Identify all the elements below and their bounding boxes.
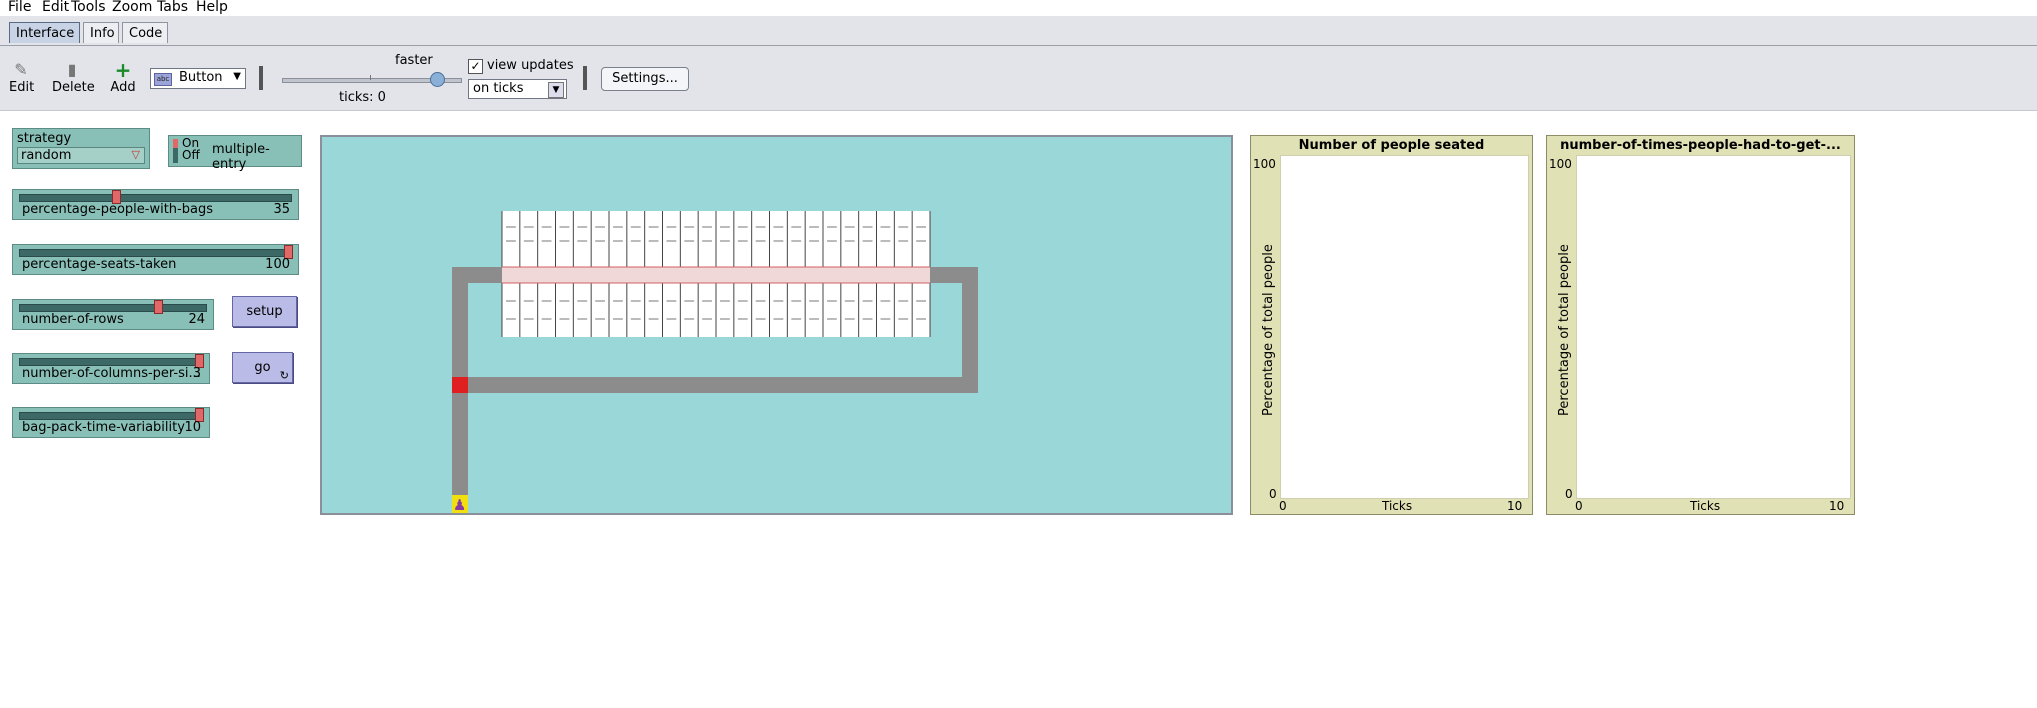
slider-value: 3 <box>192 366 201 381</box>
aisle-bottom <box>452 377 978 393</box>
slider-number-of-rows[interactable]: number-of-rows 24 <box>12 299 214 330</box>
menu-zoom[interactable]: Zoom <box>112 0 152 15</box>
aisle-row <box>502 267 930 283</box>
plot-xmax: 10 <box>1829 499 1845 513</box>
world-view-graphics: ♟ <box>452 211 978 513</box>
tab-code[interactable]: Code <box>122 22 168 43</box>
plot-area <box>1576 155 1851 499</box>
delete-tool[interactable]: ▮ Delete <box>52 60 95 95</box>
world-view[interactable]: ♟ <box>320 135 1233 515</box>
slider-bag-pack-time-variability[interactable]: bag-pack-time-variability 10 <box>12 407 210 438</box>
slider-label: bag-pack-time-variability <box>22 420 185 435</box>
toolbar-divider <box>259 66 263 90</box>
chevron-down-icon: ▼ <box>233 71 241 82</box>
view-updates-checkbox[interactable]: ✓ <box>468 59 483 74</box>
plot-xlabel: Ticks <box>1382 499 1413 513</box>
chevron-down-icon: ▽ <box>131 148 140 161</box>
menu-tabs[interactable]: Tabs <box>157 0 188 15</box>
plot-ymax: 100 <box>1253 157 1276 171</box>
tab-interface[interactable]: Interface <box>9 22 80 43</box>
plot-xlabel: Ticks <box>1690 499 1721 513</box>
strategy-value: random <box>21 148 72 163</box>
multiple-entry-switch[interactable]: On Off multiple-entry <box>168 135 302 172</box>
slider-value: 24 <box>188 312 205 327</box>
update-mode-value: on ticks <box>473 81 524 96</box>
tab-bar: Interface Info Code <box>0 16 2037 46</box>
add-tool[interactable]: + Add <box>110 60 136 95</box>
slider-track <box>19 194 292 202</box>
menu-tools[interactable]: Tools <box>71 0 106 15</box>
speed-slider-knob[interactable] <box>430 72 445 87</box>
menu-file[interactable]: File <box>8 0 31 15</box>
plot-xmax: 10 <box>1507 499 1523 513</box>
pencil-icon: ✎ <box>14 60 28 79</box>
tab-info[interactable]: Info <box>83 22 119 43</box>
plot-times-people-had-to-get-up: number-of-times-people-had-to-get-... 10… <box>1546 135 1855 515</box>
entry-patch <box>452 377 468 393</box>
checkmark-icon: ✓ <box>470 59 481 73</box>
delete-tool-label: Delete <box>52 80 95 95</box>
toolbar-divider <box>583 66 587 90</box>
slider-label: number-of-columns-per-si... <box>22 366 201 381</box>
plot-ymin: 0 <box>1269 487 1277 501</box>
widget-type-value: Button <box>179 70 223 85</box>
slider-track <box>19 304 207 312</box>
plot-people-seated: Number of people seated 100 0 0 Ticks 10… <box>1250 135 1533 515</box>
slider-percentage-seats-taken[interactable]: percentage-seats-taken 100 <box>12 244 299 275</box>
switch-off-label: Off <box>182 148 200 162</box>
trash-icon: ▮ <box>67 60 77 79</box>
menu-help[interactable]: Help <box>196 0 228 15</box>
ticks-counter: ticks: 0 <box>339 90 386 105</box>
plot-ylabel: Percentage of total people <box>1261 244 1276 416</box>
edit-tool-label: Edit <box>9 80 35 95</box>
speed-label: faster <box>395 53 433 68</box>
plus-icon: + <box>114 58 132 82</box>
switch-knob[interactable] <box>173 139 178 148</box>
plot-area <box>1280 155 1529 499</box>
edit-tool[interactable]: ✎ Edit <box>9 60 35 95</box>
forever-icon: ↻ <box>279 369 289 382</box>
plot-title: number-of-times-people-had-to-get-... <box>1560 138 1841 153</box>
slider-track <box>19 412 203 420</box>
button-widget-icon: abc <box>154 73 172 86</box>
strategy-label: strategy <box>17 131 72 146</box>
plot-ymax: 100 <box>1549 157 1572 171</box>
settings-button[interactable]: Settings... <box>601 67 689 91</box>
slider-track <box>19 358 203 366</box>
slider-value: 100 <box>265 257 290 272</box>
go-button[interactable]: go ↻ <box>232 352 293 383</box>
widget-type-select[interactable]: abc Button ▼ <box>150 68 246 89</box>
switch-label: multiple-entry <box>212 142 270 172</box>
slider-value: 35 <box>273 202 290 217</box>
plot-ylabel: Percentage of total people <box>1557 244 1572 416</box>
slider-label: percentage-seats-taken <box>22 257 177 272</box>
switch-track <box>173 139 178 163</box>
speed-slider-tick <box>370 75 371 80</box>
plot-title: Number of people seated <box>1298 138 1485 153</box>
add-tool-label: Add <box>110 80 136 95</box>
chevron-down-icon: ▼ <box>548 82 564 98</box>
slider-knob[interactable] <box>154 300 163 314</box>
plot-xmin: 0 <box>1279 499 1287 513</box>
plot-ymin: 0 <box>1565 487 1573 501</box>
slider-label: percentage-people-with-bags <box>22 202 213 217</box>
plot-xmin: 0 <box>1575 499 1583 513</box>
view-updates-label: view updates <box>487 58 574 73</box>
strategy-chooser[interactable]: strategy random ▽ <box>12 128 150 169</box>
strategy-select[interactable]: random ▽ <box>17 147 145 164</box>
slider-track <box>19 249 292 257</box>
setup-button[interactable]: setup <box>232 296 297 327</box>
slider-value: 10 <box>184 420 201 435</box>
slider-label: number-of-rows <box>22 312 124 327</box>
person-agent-icon: ♟ <box>453 496 466 513</box>
aisle-right <box>962 267 978 393</box>
slider-percentage-people-with-bags[interactable]: percentage-people-with-bags 35 <box>12 189 299 220</box>
menu-edit[interactable]: Edit <box>42 0 69 15</box>
menu-bar: File Edit Tools Zoom Tabs Help <box>0 0 2037 16</box>
slider-number-of-columns-per-side[interactable]: number-of-columns-per-si... 3 <box>12 353 210 384</box>
update-mode-select[interactable]: on ticks ▼ <box>468 79 567 99</box>
